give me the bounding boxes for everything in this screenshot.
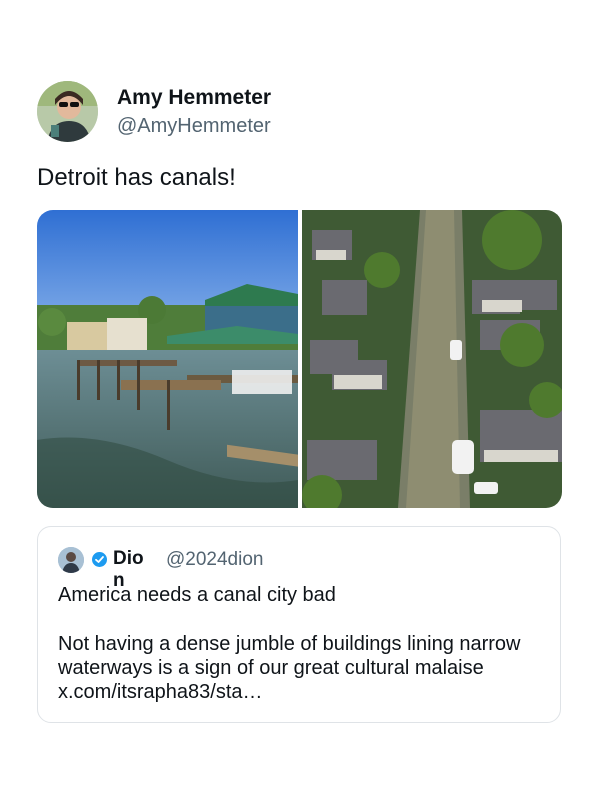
tweet-media[interactable] — [37, 210, 562, 508]
quoted-text-line: Not having a dense jumble of buildings l… — [58, 633, 521, 655]
author-avatar[interactable] — [37, 81, 98, 142]
author-handle[interactable]: @AmyHemmeter — [117, 115, 271, 138]
quoted-link[interactable]: x.com/itsrapha83/sta… — [58, 680, 548, 704]
quoted-author-avatar[interactable] — [58, 547, 84, 573]
tweet-text: Detroit has canals! — [37, 164, 236, 191]
quoted-author-handle[interactable]: @2024dion — [166, 549, 263, 571]
author-name[interactable]: Amy Hemmeter — [117, 86, 271, 110]
tweet-header: Amy Hemmeter @AmyHemmeter — [37, 81, 557, 143]
quoted-text-body: Not having a dense jumble of buildings l… — [58, 632, 548, 704]
photo-waterfront-restaurant[interactable] — [37, 210, 298, 508]
quoted-tweet[interactable]: Dio n @2024dion America needs a canal ci… — [37, 526, 561, 723]
quoted-author-name[interactable]: Dio — [113, 548, 144, 570]
quoted-text-line: America needs a canal city bad — [58, 584, 336, 606]
quoted-text-line: waterways is a sign of our great cultura… — [58, 657, 484, 679]
verified-badge-icon — [92, 552, 107, 567]
photo-aerial-canal[interactable] — [302, 210, 562, 508]
